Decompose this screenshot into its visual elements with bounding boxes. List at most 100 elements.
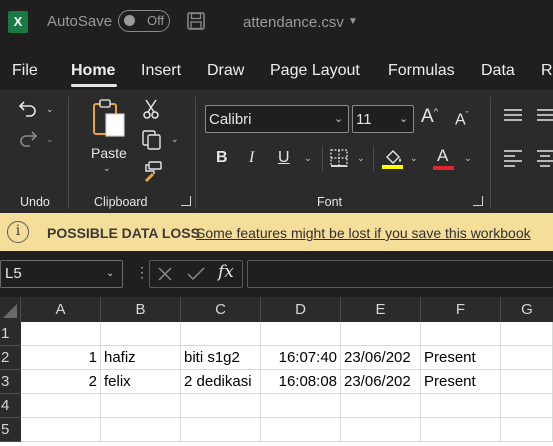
bold-button[interactable]: B [216, 149, 228, 167]
row-header-2[interactable]: 2 [0, 346, 21, 370]
chevron-down-icon[interactable]: ▼ [348, 16, 358, 27]
cell-f1[interactable] [421, 322, 501, 346]
tab-home[interactable]: Home [71, 62, 115, 80]
font-name-value: Calibri [209, 111, 252, 128]
chevron-down-icon[interactable]: ⌄ [106, 268, 114, 279]
cell-b5[interactable] [101, 418, 181, 442]
cell-a5[interactable] [21, 418, 101, 442]
cell-c1[interactable] [181, 322, 261, 346]
column-header-a[interactable]: A [21, 297, 101, 322]
cell-b4[interactable] [101, 394, 181, 418]
font-launcher-icon[interactable] [473, 196, 483, 206]
fill-color-dropdown-icon[interactable]: ⌄ [410, 153, 418, 164]
redo-icon[interactable] [17, 129, 39, 149]
underline-dropdown-icon[interactable]: ⌄ [304, 153, 312, 164]
format-painter-icon[interactable] [141, 160, 163, 182]
undo-dropdown-icon[interactable]: ⌄ [46, 104, 54, 115]
tab-data[interactable]: Data [481, 62, 515, 80]
excel-logo-icon: X [8, 11, 28, 33]
row-header-4[interactable]: 4 [0, 394, 21, 418]
middle-align-icon[interactable] [537, 107, 553, 125]
tab-draw[interactable]: Draw [207, 62, 244, 80]
column-header-d[interactable]: D [261, 297, 341, 322]
autosave-toggle[interactable]: Off [118, 10, 170, 32]
cell-e1[interactable] [341, 322, 421, 346]
paste-dropdown-icon[interactable]: ⌄ [103, 163, 111, 174]
cell-d3[interactable]: 16:08:08 [261, 370, 341, 394]
notification-link[interactable]: Some features might be lost if you save … [196, 225, 531, 241]
cell-f5[interactable] [421, 418, 501, 442]
cell-e3[interactable]: 23/06/202 [341, 370, 421, 394]
cell-f2[interactable]: Present [421, 346, 501, 370]
redo-dropdown-icon[interactable]: ⌄ [46, 134, 54, 145]
font-size-select[interactable]: 11 ⌄ [352, 105, 414, 133]
font-color-dropdown-icon[interactable]: ⌄ [464, 153, 472, 164]
column-header-e[interactable]: E [341, 297, 421, 322]
cut-icon[interactable] [142, 98, 160, 120]
insert-function-button[interactable]: fx [218, 262, 234, 282]
cell-g5[interactable] [501, 418, 553, 442]
cell-b2[interactable]: hafiz [101, 346, 181, 370]
italic-button[interactable]: I [249, 149, 254, 167]
document-title[interactable]: attendance.csv [243, 14, 344, 31]
increase-font-size-icon[interactable]: A^ [421, 106, 438, 128]
borders-dropdown-icon[interactable]: ⌄ [357, 153, 365, 164]
top-align-icon[interactable] [502, 107, 524, 125]
undo-icon[interactable] [17, 99, 39, 119]
align-left-icon[interactable] [502, 148, 524, 168]
cell-e2[interactable]: 23/06/202 [341, 346, 421, 370]
cell-a4[interactable] [21, 394, 101, 418]
borders-icon[interactable] [329, 148, 349, 168]
tab-formulas[interactable]: Formulas [388, 62, 455, 80]
cell-d5[interactable] [261, 418, 341, 442]
tab-insert[interactable]: Insert [141, 62, 181, 80]
underline-button[interactable]: U [278, 149, 290, 167]
font-name-select[interactable]: Calibri ⌄ [205, 105, 349, 133]
cell-f4[interactable] [421, 394, 501, 418]
cell-g1[interactable] [501, 322, 553, 346]
more-options-icon[interactable]: ⋮ [135, 264, 149, 281]
align-center-icon[interactable] [537, 148, 553, 168]
tab-page-layout[interactable]: Page Layout [270, 62, 360, 80]
row-header-1[interactable]: 1 [0, 322, 21, 346]
tab-review[interactable]: Re [541, 62, 553, 80]
tab-file[interactable]: File [12, 62, 38, 80]
cell-g4[interactable] [501, 394, 553, 418]
cell-d4[interactable] [261, 394, 341, 418]
cell-b1[interactable] [101, 322, 181, 346]
enter-icon[interactable] [186, 266, 206, 282]
cell-e4[interactable] [341, 394, 421, 418]
column-header-b[interactable]: B [101, 297, 181, 322]
cell-c3[interactable]: 2 dedikasi [181, 370, 261, 394]
cell-d1[interactable] [261, 322, 341, 346]
formula-input[interactable] [247, 260, 553, 288]
copy-icon[interactable] [141, 129, 163, 151]
font-color-button[interactable]: A [437, 146, 448, 166]
save-icon[interactable] [187, 12, 205, 30]
cell-d2[interactable]: 16:07:40 [261, 346, 341, 370]
column-header-c[interactable]: C [181, 297, 261, 322]
fill-color-icon[interactable] [381, 146, 405, 170]
cell-c5[interactable] [181, 418, 261, 442]
cancel-icon[interactable] [157, 266, 173, 282]
cell-b3[interactable]: felix [101, 370, 181, 394]
cell-a2[interactable]: 1 [21, 346, 101, 370]
cell-g2[interactable] [501, 346, 553, 370]
cell-c2[interactable]: biti s1g2 [181, 346, 261, 370]
cell-e5[interactable] [341, 418, 421, 442]
column-header-g[interactable]: G [501, 297, 553, 322]
cell-c4[interactable] [181, 394, 261, 418]
cell-a3[interactable]: 2 [21, 370, 101, 394]
row-header-3[interactable]: 3 [0, 370, 21, 394]
column-header-f[interactable]: F [421, 297, 501, 322]
copy-dropdown-icon[interactable]: ⌄ [171, 134, 179, 145]
clipboard-launcher-icon[interactable] [181, 196, 191, 206]
cell-f3[interactable]: Present [421, 370, 501, 394]
cell-a1[interactable] [21, 322, 101, 346]
cell-g3[interactable] [501, 370, 553, 394]
select-all-corner[interactable] [0, 297, 21, 322]
decrease-font-size-icon[interactable]: Aˇ [455, 110, 469, 129]
row-header-5[interactable]: 5 [0, 418, 21, 442]
paste-icon[interactable] [92, 98, 126, 138]
paste-label[interactable]: Paste [91, 145, 127, 161]
